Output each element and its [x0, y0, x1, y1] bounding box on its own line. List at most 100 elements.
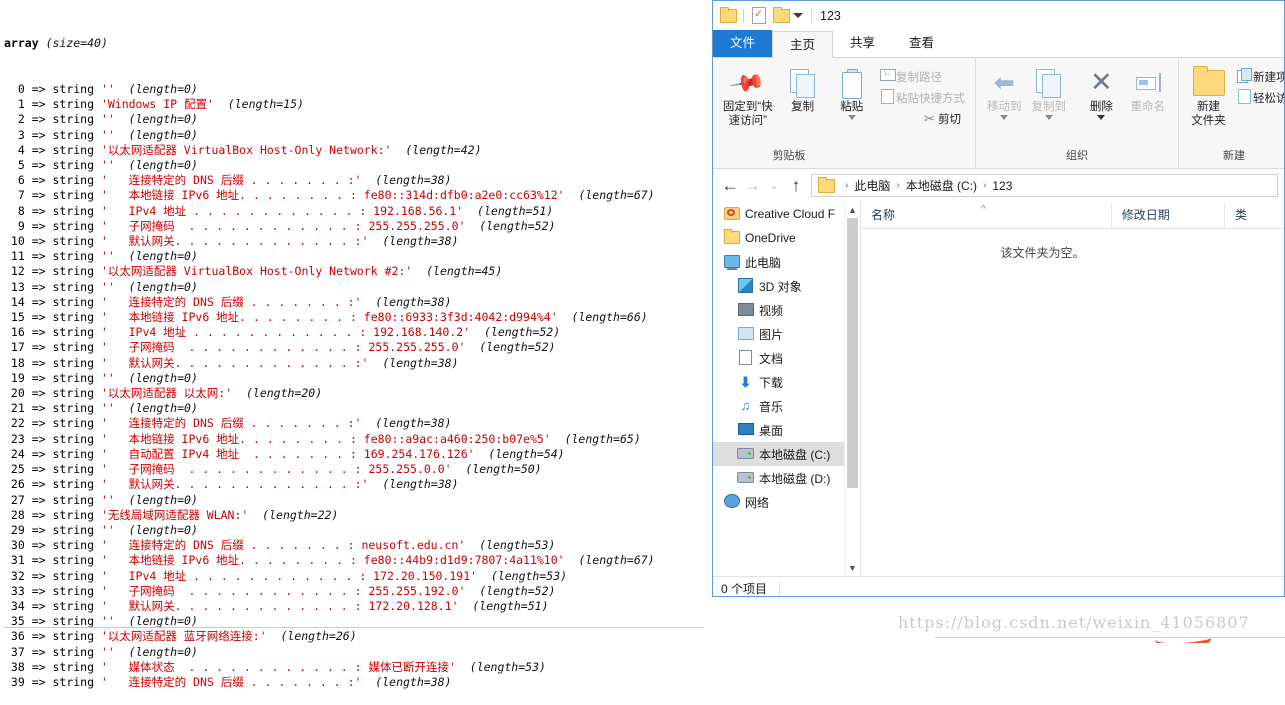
nav-item-this-pc[interactable]: 此电脑	[713, 250, 860, 274]
dump-row-value: ' 默认网关. . . . . . . . . . . . . :'	[100, 234, 369, 249]
nav-item-network[interactable]: 网络	[713, 490, 860, 514]
organize-group-title: 组织	[1066, 150, 1088, 162]
dump-row-type: string	[52, 355, 101, 370]
tab-share[interactable]: 共享	[833, 30, 892, 57]
dump-row-length: (length=0)	[114, 158, 198, 173]
dump-row-value: ' 子网掩码 . . . . . . . . . . . . : 255.255…	[100, 462, 452, 477]
copy-to-button[interactable]: 复制到	[1027, 62, 1072, 120]
nav-item-videos[interactable]: 视频	[713, 298, 860, 322]
rename-label: 重命名	[1130, 101, 1166, 113]
tab-view[interactable]: 查看	[892, 30, 951, 57]
dump-row-length: (length=65)	[550, 431, 641, 446]
tab-home[interactable]: 主页	[772, 31, 834, 58]
copy-to-caret-icon[interactable]	[1044, 115, 1053, 120]
dump-row-index: 3 =>	[4, 127, 53, 142]
rename-button[interactable]: 重命名	[1124, 62, 1172, 114]
new-small-commands: 新建项目 轻松访问	[1232, 62, 1284, 108]
copy-path-button[interactable]: \... 复制路径	[875, 66, 969, 87]
folder-icon[interactable]	[719, 6, 737, 25]
breadcrumb-item-this-pc[interactable]: 此电脑	[854, 177, 890, 194]
paste-shortcut-button[interactable]: 粘贴快捷方式	[875, 87, 969, 108]
breadcrumb[interactable]: › 此电脑 › 本地磁盘 (C:) › 123	[811, 174, 1278, 197]
new-folder-button[interactable]: 新建 文件夹	[1185, 62, 1232, 128]
nav-scrollbar[interactable]: ▲ ▼	[844, 202, 860, 576]
dump-row-length: (length=0)	[114, 492, 198, 507]
dump-row-length: (length=0)	[114, 522, 198, 537]
copy-button[interactable]: 复制	[777, 62, 829, 114]
delete-label: 删除	[1089, 101, 1113, 113]
column-header-name[interactable]: 名称 ^	[861, 202, 1112, 228]
nav-item-documents[interactable]: 文档	[713, 346, 860, 370]
dump-row-value: ''	[100, 370, 115, 385]
pin-label-1: 固定到“快	[722, 101, 773, 113]
dump-row-type: string	[52, 370, 101, 385]
this-pc-icon	[723, 254, 740, 270]
dump-row: 38 => string ' 媒体状态 . . . . . . . . . . …	[4, 660, 712, 675]
dump-row: 17 => string ' 子网掩码 . . . . . . . . . . …	[4, 340, 712, 355]
move-to-caret-icon[interactable]	[1000, 115, 1009, 120]
copy-icon	[789, 66, 816, 100]
dump-row-value: ' IPv4 地址 . . . . . . . . . . . . : 192.…	[100, 203, 464, 218]
nav-item-desktop[interactable]: 桌面	[713, 418, 860, 442]
new-item-button[interactable]: 新建项目	[1232, 66, 1284, 87]
dump-row: 3 => string '' (length=0)	[4, 128, 712, 143]
dump-row-index: 31 =>	[4, 553, 53, 568]
dump-row-type: string	[52, 507, 101, 522]
file-list-pane[interactable]: 名称 ^ 修改日期 类 该文件夹为空。	[861, 202, 1284, 576]
paste-label: 粘贴	[840, 101, 864, 113]
breadcrumb-item-123[interactable]: 123	[992, 179, 1012, 193]
breadcrumb-item-local-disk-c[interactable]: 本地磁盘 (C:)	[906, 177, 977, 194]
nav-item-label: 视频	[759, 303, 784, 318]
scroll-up-icon[interactable]: ▲	[845, 202, 860, 218]
dump-row-length: (length=0)	[114, 127, 198, 142]
column-header-date[interactable]: 修改日期	[1112, 202, 1225, 228]
dump-row-length: (length=0)	[114, 82, 198, 97]
crumb-sep-2: ›	[983, 180, 987, 191]
dump-row-length: (length=51)	[463, 203, 554, 218]
copy-label: 复制	[791, 101, 815, 113]
nav-item-local-disk-d[interactable]: 本地磁盘 (D:)	[713, 466, 860, 490]
forward-button[interactable]: →	[741, 176, 763, 196]
dump-row-value: ' 默认网关. . . . . . . . . . . . . :'	[100, 355, 369, 370]
nav-item-music[interactable]: ♫ 音乐	[713, 394, 860, 418]
dump-row-length: (length=52)	[465, 340, 556, 355]
dump-row-length: (length=67)	[564, 188, 655, 203]
easy-access-button[interactable]: 轻松访问	[1232, 87, 1284, 108]
column-header-type[interactable]: 类	[1225, 202, 1284, 228]
new-folder-icon[interactable]	[772, 6, 790, 25]
nav-item-downloads[interactable]: ⬇ 下载	[713, 370, 860, 394]
up-button[interactable]: ↑	[785, 176, 807, 196]
delete-caret-icon[interactable]	[1097, 115, 1106, 120]
nav-item-onedrive[interactable]: OneDrive	[713, 226, 860, 250]
customize-caret-icon[interactable]	[793, 13, 803, 18]
back-button[interactable]: ←	[719, 176, 741, 196]
dump-row: 28 => string '无线局域网适配器 WLAN:' (length=22…	[4, 508, 712, 523]
dump-row-index: 8 =>	[4, 203, 53, 218]
recent-locations-button[interactable]: ⌄	[763, 179, 785, 192]
new-item-label: 新建项目	[1253, 71, 1284, 84]
local-disk-d-icon	[737, 471, 754, 485]
nav-item-3d-objects[interactable]: 3D 对象	[713, 274, 860, 298]
properties-icon[interactable]	[750, 7, 768, 25]
delete-button[interactable]: ✕ 删除	[1079, 62, 1124, 120]
item-count: 0 个项目	[721, 582, 768, 596]
nav-scroll-thumb-2[interactable]	[847, 428, 858, 488]
paste-caret-icon[interactable]	[847, 115, 856, 120]
nav-item-pictures[interactable]: 图片	[713, 322, 860, 346]
status-divider	[779, 581, 781, 596]
nav-scroll-thumb[interactable]	[847, 218, 858, 428]
dump-row-value: ''	[100, 644, 115, 659]
scroll-down-icon[interactable]: ▼	[845, 560, 860, 576]
pin-to-quick-access-button[interactable]: 📌 固定到“快 速访问”	[719, 62, 777, 128]
cut-button[interactable]: ✂ 剪切	[917, 108, 969, 129]
dump-row-index: 22 =>	[4, 416, 53, 431]
rename-icon	[1133, 66, 1163, 100]
nav-item-label: 此电脑	[745, 255, 782, 270]
move-to-button[interactable]: ⬅ 移动到	[982, 62, 1027, 120]
move-to-icon: ⬅	[993, 69, 1015, 97]
dump-row-length: (length=53)	[455, 659, 546, 674]
nav-item-creative-cloud[interactable]: Creative Cloud F	[713, 202, 860, 226]
nav-item-local-disk-c[interactable]: 本地磁盘 (C:)	[713, 442, 860, 466]
paste-button[interactable]: 粘贴	[829, 62, 875, 120]
tab-file[interactable]: 文件	[713, 30, 773, 57]
